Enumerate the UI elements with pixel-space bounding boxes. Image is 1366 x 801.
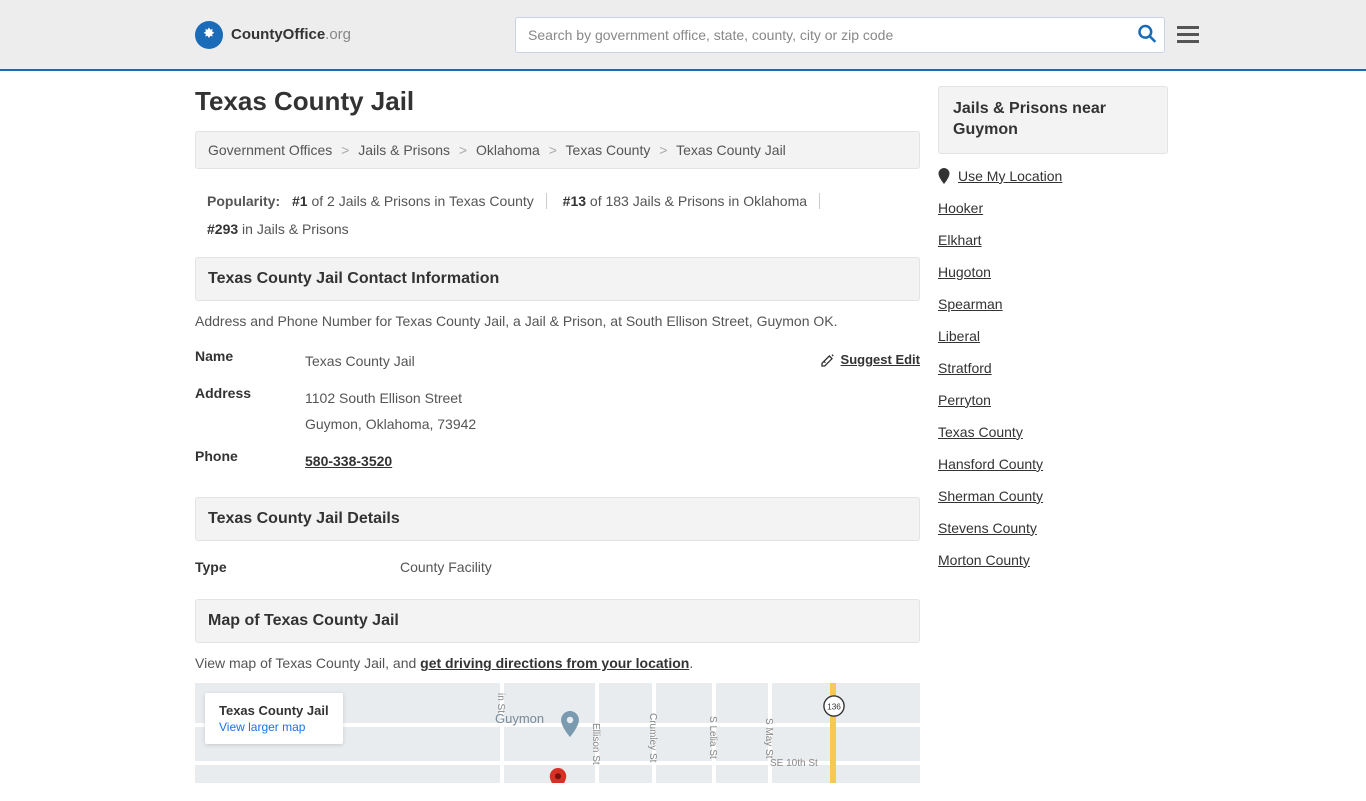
main-content: Texas County Jail Government Offices > J… xyxy=(195,86,920,801)
street-label: S May St xyxy=(763,718,774,759)
menu-button[interactable] xyxy=(1177,26,1199,43)
map-embed[interactable]: in St Ellison St Crumley St S Lelia St S… xyxy=(195,683,920,783)
name-value: Texas County Jail Suggest Edit xyxy=(305,348,920,375)
section-header: Texas County Jail Contact Information xyxy=(195,257,920,301)
sidebar-link[interactable]: Liberal xyxy=(938,328,980,344)
sidebar: Jails & Prisons near Guymon Use My Locat… xyxy=(938,86,1168,801)
popularity-item: #293 in Jails & Prisons xyxy=(207,221,349,237)
search-icon xyxy=(1137,23,1157,43)
use-location-link[interactable]: Use My Location xyxy=(958,168,1062,184)
use-my-location[interactable]: Use My Location xyxy=(938,168,1168,184)
sidebar-header: Jails & Prisons near Guymon xyxy=(938,86,1168,154)
contact-section: Texas County Jail Contact Information Ad… xyxy=(195,257,920,479)
street-label: in St xyxy=(495,693,506,713)
map-pin-icon xyxy=(549,768,567,783)
section-description: Address and Phone Number for Texas Count… xyxy=(195,313,920,343)
street-label: S Lelia St xyxy=(707,716,718,759)
type-label: Type xyxy=(195,559,400,575)
page-title: Texas County Jail xyxy=(195,86,920,117)
address-value: 1102 South Ellison Street Guymon, Oklaho… xyxy=(305,385,920,438)
svg-text:136: 136 xyxy=(827,703,841,712)
location-pin-icon xyxy=(938,168,950,184)
sidebar-link[interactable]: Spearman xyxy=(938,296,1003,312)
popularity-item: #1 of 2 Jails & Prisons in Texas County xyxy=(292,193,547,209)
chevron-right-icon: > xyxy=(549,142,557,158)
search-wrap xyxy=(515,17,1165,53)
chevron-right-icon: > xyxy=(341,142,349,158)
breadcrumb: Government Offices > Jails & Prisons > O… xyxy=(195,131,920,169)
sidebar-link[interactable]: Sherman County xyxy=(938,488,1043,504)
section-header: Texas County Jail Details xyxy=(195,497,920,541)
breadcrumb-link[interactable]: Government Offices xyxy=(208,142,332,158)
sidebar-link[interactable]: Perryton xyxy=(938,392,991,408)
sidebar-link[interactable]: Stevens County xyxy=(938,520,1037,536)
breadcrumb-link[interactable]: Texas County xyxy=(566,142,651,158)
sidebar-link[interactable]: Elkhart xyxy=(938,232,982,248)
map-card-title: Texas County Jail xyxy=(219,703,329,718)
breadcrumb-link[interactable]: Oklahoma xyxy=(476,142,540,158)
sidebar-link[interactable]: Texas County xyxy=(938,424,1023,440)
sidebar-link[interactable]: Morton County xyxy=(938,552,1030,568)
phone-label: Phone xyxy=(195,448,305,475)
popularity-item: #13 of 183 Jails & Prisons in Oklahoma xyxy=(563,193,820,209)
street-label: Crumley St xyxy=(647,713,658,762)
name-label: Name xyxy=(195,348,305,375)
view-larger-map-link[interactable]: View larger map xyxy=(219,720,329,734)
street-label: Ellison St xyxy=(590,723,601,765)
popularity-label: Popularity: xyxy=(207,193,280,209)
phone-link[interactable]: 580-338-3520 xyxy=(305,453,392,469)
logo[interactable]: CountyOffice.org xyxy=(195,21,351,49)
chevron-right-icon: > xyxy=(659,142,667,158)
directions-link[interactable]: get driving directions from your locatio… xyxy=(420,655,689,671)
logo-text: CountyOffice.org xyxy=(231,26,351,43)
popularity-bar: Popularity: #1 of 2 Jails & Prisons in T… xyxy=(195,181,920,257)
suggest-edit-link[interactable]: Suggest Edit xyxy=(820,348,920,373)
map-section: Map of Texas County Jail View map of Tex… xyxy=(195,599,920,783)
search-input[interactable] xyxy=(515,17,1165,53)
top-bar: CountyOffice.org xyxy=(0,0,1366,71)
edit-icon xyxy=(820,352,836,368)
sidebar-link[interactable]: Hansford County xyxy=(938,456,1043,472)
map-town-label: Guymon xyxy=(495,711,544,726)
address-label: Address xyxy=(195,385,305,438)
eagle-icon xyxy=(195,21,223,49)
breadcrumb-current: Texas County Jail xyxy=(676,142,786,158)
highway-shield-icon: 136 xyxy=(823,695,845,717)
sidebar-link[interactable]: Stratford xyxy=(938,360,992,376)
breadcrumb-link[interactable]: Jails & Prisons xyxy=(358,142,450,158)
details-section: Texas County Jail Details Type County Fa… xyxy=(195,497,920,581)
search-button[interactable] xyxy=(1137,23,1157,46)
phone-value: 580-338-3520 xyxy=(305,448,920,475)
map-description: View map of Texas County Jail, and get d… xyxy=(195,655,920,671)
type-value: County Facility xyxy=(400,559,492,575)
chevron-right-icon: > xyxy=(459,142,467,158)
map-info-card: Texas County Jail View larger map xyxy=(205,693,343,744)
map-town-marker-icon xyxy=(560,711,580,742)
section-header: Map of Texas County Jail xyxy=(195,599,920,643)
sidebar-link[interactable]: Hugoton xyxy=(938,264,991,280)
sidebar-link[interactable]: Hooker xyxy=(938,200,983,216)
